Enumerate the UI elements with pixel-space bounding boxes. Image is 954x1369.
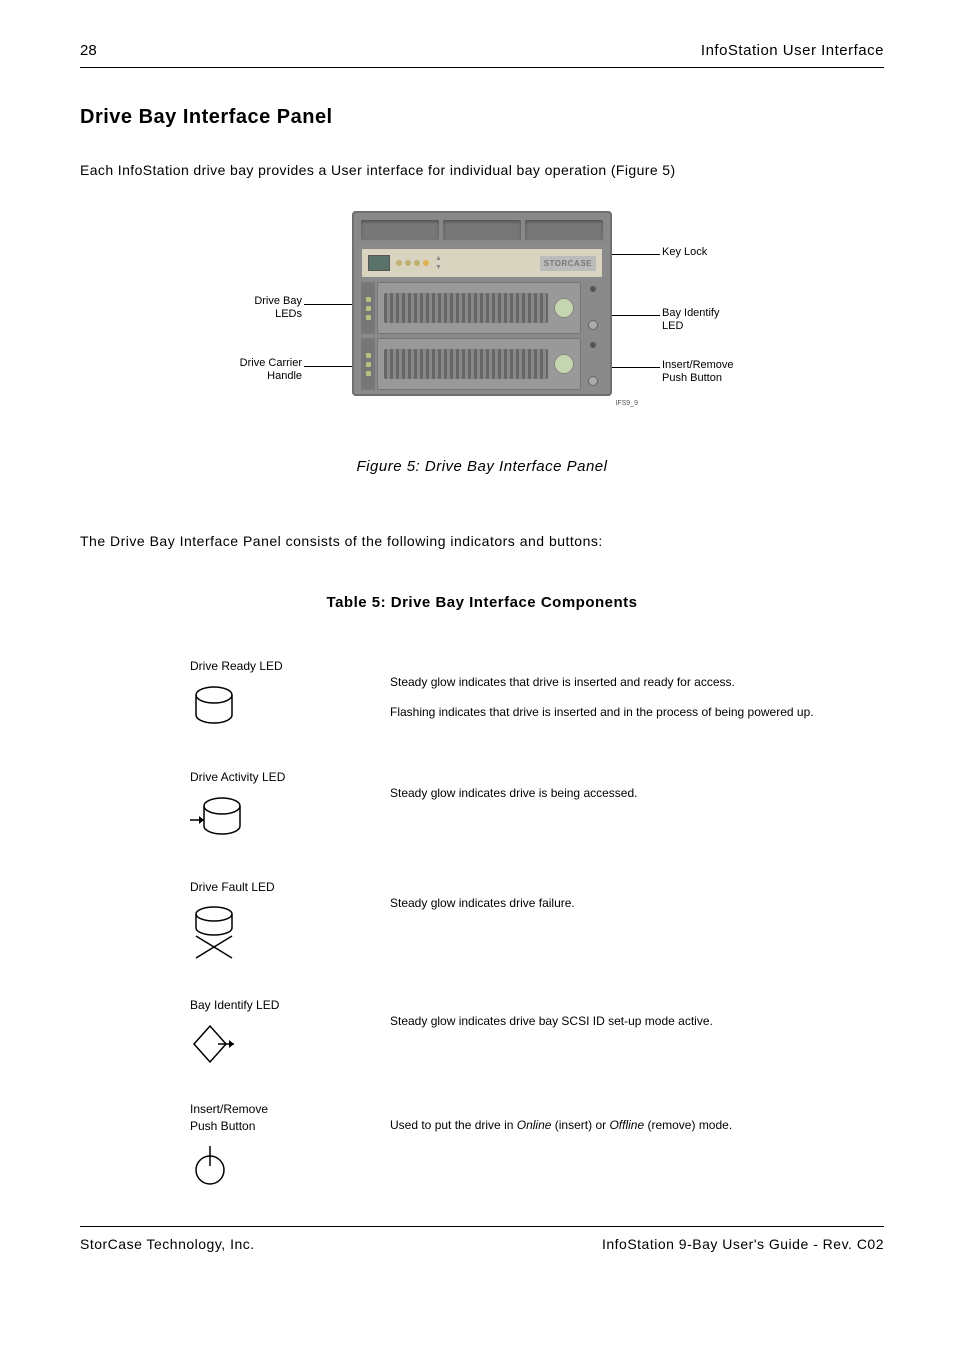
callout-label: Drive BayLEDs xyxy=(254,295,302,320)
drive-fault-icon xyxy=(190,904,238,962)
callout-label: Bay IdentifyLED xyxy=(662,307,719,332)
component-desc: Steady glow indicates drive is being acc… xyxy=(390,785,824,801)
intro-paragraph: Each InfoStation drive bay provides a Us… xyxy=(80,159,884,181)
component-row: Drive Ready LED Steady glow indicates th… xyxy=(80,658,884,734)
component-desc: Steady glow indicates drive failure. xyxy=(390,895,824,911)
callout-bay-identify-led: Bay IdentifyLED xyxy=(662,307,782,332)
consists-paragraph: The Drive Bay Interface Panel consists o… xyxy=(80,532,884,552)
component-desc: Flashing indicates that drive is inserte… xyxy=(390,704,824,720)
table-title: Table 5: Drive Bay Interface Components xyxy=(80,592,884,613)
component-name: Insert/RemovePush Button xyxy=(190,1101,390,1135)
bay-identify-icon xyxy=(190,1022,238,1066)
header-title: InfoStation User Interface xyxy=(701,40,884,61)
callout-drive-carrier-handle: Drive CarrierHandle xyxy=(182,357,302,382)
component-name: Drive Activity LED xyxy=(190,769,390,786)
page-number: 28 xyxy=(80,40,97,61)
push-button-icon xyxy=(190,1142,230,1186)
component-name: Drive Ready LED xyxy=(190,658,390,675)
callout-label: Drive CarrierHandle xyxy=(240,357,302,382)
section-heading: Drive Bay Interface Panel xyxy=(80,103,884,131)
footer-right: InfoStation 9-Bay User's Guide - Rev. C0… xyxy=(602,1235,884,1255)
drive-ready-icon xyxy=(190,683,238,731)
brand-logo: STORCASE xyxy=(540,256,596,271)
component-row: Insert/RemovePush Button Used to put the… xyxy=(80,1101,884,1187)
lcd-screen-icon xyxy=(368,255,390,271)
callout-key-lock: Key Lock xyxy=(662,246,782,259)
figure-ref-label: IFS9_9 xyxy=(615,399,638,409)
component-desc: Steady glow indicates that drive is inse… xyxy=(390,674,824,690)
callout-insert-remove: Insert/RemovePush Button xyxy=(662,359,782,384)
component-row: Bay Identify LED Steady glow indicates d… xyxy=(80,997,884,1066)
figure-5: Drive BayLEDs Drive CarrierHandle Key Lo… xyxy=(80,211,884,411)
callout-drive-bay-leds: Drive BayLEDs xyxy=(182,295,302,320)
component-name: Drive Fault LED xyxy=(190,879,390,896)
component-row: Drive Fault LED Steady glow indicates dr… xyxy=(80,879,884,962)
component-desc: Steady glow indicates drive bay SCSI ID … xyxy=(390,1013,824,1029)
component-row: Drive Activity LED Steady glow indicates… xyxy=(80,769,884,844)
page-footer: StorCase Technology, Inc. InfoStation 9-… xyxy=(80,1226,884,1255)
drive-activity-icon xyxy=(190,794,246,844)
component-name: Bay Identify LED xyxy=(190,997,390,1014)
callout-label: Key Lock xyxy=(662,246,707,258)
page-header: 28 InfoStation User Interface xyxy=(80,40,884,68)
footer-left: StorCase Technology, Inc. xyxy=(80,1235,255,1255)
callout-label: Insert/RemovePush Button xyxy=(662,359,734,384)
component-desc: Used to put the drive in Online (insert)… xyxy=(390,1117,824,1133)
device-illustration: ▲▼ STORCASE IFS9_9 xyxy=(352,211,612,396)
figure-caption: Figure 5: Drive Bay Interface Panel xyxy=(80,456,884,477)
